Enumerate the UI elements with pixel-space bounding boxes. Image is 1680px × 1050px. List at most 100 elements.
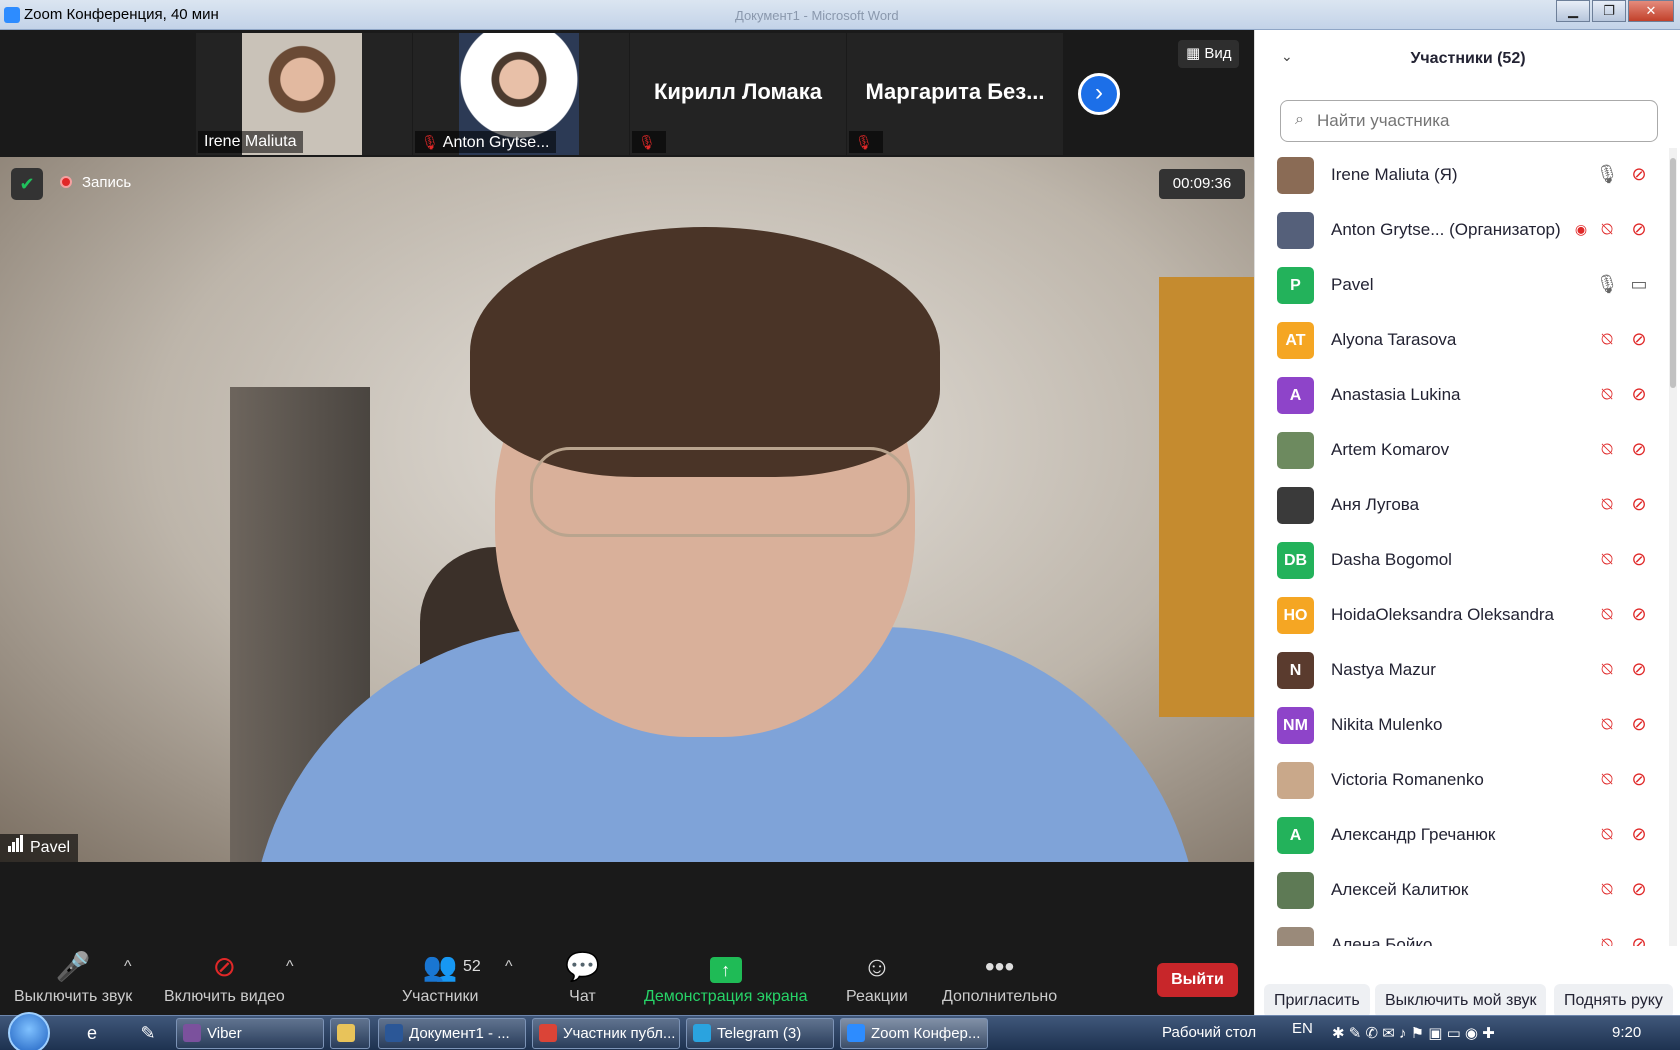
- start-video-button[interactable]: ⊘ Включить видео: [164, 950, 285, 1006]
- task-label: Документ1 - ...: [409, 1025, 510, 1042]
- thumbnail-video[interactable]: Irene Maliuta: [196, 33, 412, 155]
- thumbnail-video[interactable]: 🎙 Anton Grytse...: [413, 33, 629, 155]
- participant-search[interactable]: ⌕: [1280, 100, 1658, 142]
- invite-button[interactable]: Пригласить: [1264, 984, 1370, 1018]
- participant-row[interactable]: Алена Бойко ⍉ ⊘: [1255, 918, 1669, 946]
- next-page-button[interactable]: ›: [1078, 73, 1120, 115]
- mic-muted-icon[interactable]: ⍉: [1595, 383, 1619, 405]
- participant-row[interactable]: Artem Komarov ⍉ ⊘: [1255, 423, 1669, 478]
- more-button[interactable]: ••• Дополнительно: [942, 950, 1057, 1006]
- video-options-caret[interactable]: ^: [286, 958, 294, 976]
- camera-off-icon[interactable]: ⊘: [1627, 548, 1651, 570]
- participant-name: Victoria Romanenko: [1331, 770, 1484, 789]
- mic-muted-icon[interactable]: ⍉: [1595, 218, 1619, 240]
- participant-row[interactable]: DB Dasha Bogomol ⍉ ⊘: [1255, 533, 1669, 588]
- chat-button[interactable]: 💬 Чат: [565, 950, 600, 1006]
- camera-off-icon[interactable]: ⊘: [1627, 493, 1651, 515]
- camera-off-icon[interactable]: ⊘: [1627, 603, 1651, 625]
- avatar: DB: [1277, 542, 1314, 579]
- search-input[interactable]: [1317, 109, 1647, 133]
- taskbar-task[interactable]: Участник публ...: [532, 1018, 680, 1049]
- clock[interactable]: 9:20: [1612, 1024, 1641, 1041]
- mic-muted-icon[interactable]: ⍉: [1595, 878, 1619, 900]
- close-window-button[interactable]: ✕: [1628, 0, 1674, 22]
- thumbnail-video[interactable]: Маргарита Без... 🎙: [847, 33, 1063, 155]
- mic-muted-icon[interactable]: ⍉: [1595, 328, 1619, 350]
- raise-hand-button[interactable]: Поднять руку: [1554, 984, 1673, 1018]
- participant-list-scrollbar[interactable]: [1669, 148, 1677, 946]
- participant-row[interactable]: Anton Grytse... (Организатор) ◉ ⍉ ⊘: [1255, 203, 1669, 258]
- meeting-timer: 00:09:36: [1159, 169, 1245, 199]
- camera-off-icon[interactable]: ⊘: [1627, 328, 1651, 350]
- participants-options-caret[interactable]: ^: [505, 958, 513, 976]
- participant-row[interactable]: Алексей Калитюк ⍉ ⊘: [1255, 863, 1669, 918]
- participant-row[interactable]: A Александр Гречанюк ⍉ ⊘: [1255, 808, 1669, 863]
- mic-muted-icon[interactable]: ⍉: [1595, 933, 1619, 946]
- avatar: NM: [1277, 707, 1314, 744]
- participant-list: Irene Maliuta (Я) 🎙 ⊘ Anton Grytse... (Орга…: [1255, 148, 1669, 946]
- minimize-button[interactable]: ▁: [1556, 0, 1590, 22]
- mic-muted-icon[interactable]: ⍉: [1595, 823, 1619, 845]
- taskbar-task[interactable]: [330, 1018, 370, 1049]
- thumbnail-big-name: Маргарита Без...: [865, 79, 1045, 104]
- camera-off-icon[interactable]: ⊘: [1627, 658, 1651, 680]
- taskbar-task[interactable]: Документ1 - ...: [378, 1018, 526, 1049]
- start-button[interactable]: [8, 1012, 50, 1050]
- participant-row[interactable]: NM Nikita Mulenko ⍉ ⊘: [1255, 698, 1669, 753]
- mute-button[interactable]: 🎤 Выключить звук: [14, 950, 132, 1006]
- camera-off-icon[interactable]: ⊘: [1627, 438, 1651, 460]
- camera-off-icon[interactable]: ⊘: [1627, 218, 1651, 240]
- taskbar-task[interactable]: Zoom Конфер...: [840, 1018, 988, 1049]
- mic-muted-icon[interactable]: ⍉: [1595, 603, 1619, 625]
- active-speaker-video[interactable]: ✔ Запись 00:09:36 Pavel: [0, 157, 1254, 862]
- recording-indicator: Запись: [60, 174, 131, 191]
- camera-off-icon[interactable]: ⊘: [1627, 823, 1651, 845]
- mic-muted-icon[interactable]: ⍉: [1595, 713, 1619, 735]
- reactions-button[interactable]: ☺ Реакции: [846, 950, 908, 1006]
- audio-options-caret[interactable]: ^: [124, 958, 132, 976]
- tray-icons[interactable]: ✱ ✎ ✆ ✉ ♪ ⚑ ▣ ▭ ◉ ✚: [1332, 1024, 1495, 1042]
- participant-name: Александр Гречанюк: [1331, 825, 1496, 844]
- microphone-icon[interactable]: 🎙: [1595, 163, 1619, 185]
- participant-name: Anton Grytse... (Организатор): [1331, 220, 1561, 239]
- taskbar-task[interactable]: Telegram (3): [686, 1018, 834, 1049]
- task-label: Viber: [207, 1025, 242, 1042]
- participant-row[interactable]: Аня Лугова ⍉ ⊘: [1255, 478, 1669, 533]
- security-shield-icon[interactable]: ✔: [11, 168, 43, 200]
- participant-row[interactable]: HO HoidaOleksandra Oleksandra ⍉ ⊘: [1255, 588, 1669, 643]
- participant-row[interactable]: Victoria Romanenko ⍉ ⊘: [1255, 753, 1669, 808]
- taskbar-task[interactable]: Viber: [176, 1018, 324, 1049]
- scrollbar-thumb[interactable]: [1670, 158, 1676, 388]
- leave-meeting-button[interactable]: Выйти: [1157, 963, 1238, 997]
- quicklaunch-app-icon[interactable]: ✎: [136, 1021, 160, 1045]
- avatar: [1277, 487, 1314, 524]
- microphone-icon[interactable]: 🎙: [1595, 273, 1619, 295]
- mic-muted-icon[interactable]: ⍉: [1595, 493, 1619, 515]
- participant-row[interactable]: P Pavel 🎙 ▭: [1255, 258, 1669, 313]
- camera-off-icon[interactable]: ⊘: [1627, 768, 1651, 790]
- camera-icon[interactable]: ▭: [1627, 273, 1651, 295]
- mic-muted-icon[interactable]: ⍉: [1595, 438, 1619, 460]
- camera-off-icon[interactable]: ⊘: [1627, 878, 1651, 900]
- thumbnail-video[interactable]: Кирилл Ломака 🎙: [630, 33, 846, 155]
- mic-muted-icon[interactable]: ⍉: [1595, 548, 1619, 570]
- desktop-toolbar-label[interactable]: Рабочий стол: [1162, 1024, 1256, 1041]
- maximize-button[interactable]: ❐: [1592, 0, 1626, 22]
- participant-row[interactable]: AT Alyona Tarasova ⍉ ⊘: [1255, 313, 1669, 368]
- mic-muted-icon[interactable]: ⍉: [1595, 658, 1619, 680]
- participant-row[interactable]: N Nastya Mazur ⍉ ⊘: [1255, 643, 1669, 698]
- share-screen-icon: ↑: [709, 957, 742, 983]
- camera-off-icon[interactable]: ⊘: [1627, 713, 1651, 735]
- participant-row[interactable]: Irene Maliuta (Я) 🎙 ⊘: [1255, 148, 1669, 203]
- participant-row[interactable]: A Anastasia Lukina ⍉ ⊘: [1255, 368, 1669, 423]
- camera-off-icon[interactable]: ⊘: [1627, 933, 1651, 946]
- internet-explorer-icon[interactable]: e: [80, 1021, 104, 1045]
- camera-off-icon[interactable]: ⊘: [1627, 163, 1651, 185]
- speaker-hair: [470, 227, 940, 477]
- share-screen-button[interactable]: ↑ Демонстрация экрана: [644, 950, 808, 1006]
- language-indicator[interactable]: EN: [1292, 1020, 1313, 1037]
- mic-muted-icon[interactable]: ⍉: [1595, 768, 1619, 790]
- mute-me-button[interactable]: Выключить мой звук: [1375, 984, 1547, 1018]
- camera-off-icon[interactable]: ⊘: [1627, 383, 1651, 405]
- view-button[interactable]: ▦ Вид: [1178, 40, 1240, 68]
